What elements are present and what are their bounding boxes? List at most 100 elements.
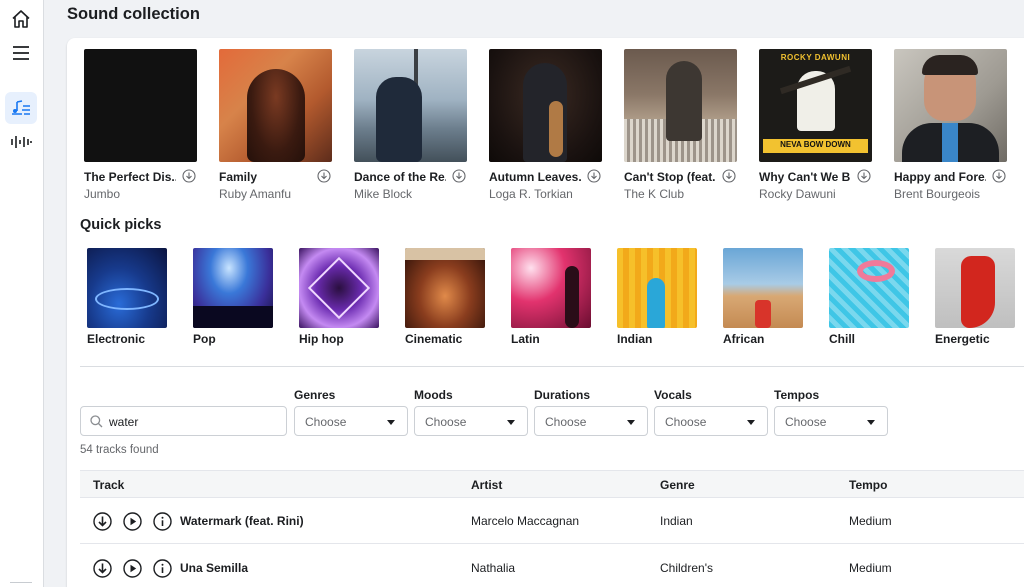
pick-label: Latin [511, 332, 540, 346]
select-value: Choose [305, 415, 347, 429]
download-icon[interactable] [722, 169, 736, 183]
album-card[interactable]: The Perfect Dis... Jumbo [84, 49, 197, 201]
album-artist: Loga R. Torkian [489, 187, 573, 201]
track-artist: Marcelo Maccagnan [471, 514, 580, 528]
table-row[interactable]: Watermark (feat. Rini) Marcelo Maccagnan… [80, 498, 1024, 544]
select-value: Choose [545, 415, 587, 429]
album-cover: ROCKY DAWUNI NEVA BOW DOWN [759, 49, 872, 162]
pick-label: Electronic [87, 332, 146, 346]
album-card[interactable]: Dance of the Re... Mike Block [354, 49, 467, 201]
quick-pick-latin[interactable]: Latin [511, 248, 591, 346]
caret-down-icon [747, 420, 755, 425]
menu-button[interactable] [5, 37, 37, 69]
quick-pick-cinematic[interactable]: Cinematic [405, 248, 485, 346]
pick-label: Cinematic [405, 332, 463, 346]
album-cover [624, 49, 737, 162]
album-artist: Rocky Dawuni [759, 187, 836, 201]
home-button[interactable] [5, 3, 37, 35]
pick-label: African [723, 332, 765, 346]
quick-pick-electronic[interactable]: Electronic [87, 248, 167, 346]
search-input[interactable] [109, 412, 279, 431]
filter-label: Moods [414, 388, 453, 402]
download-icon[interactable] [317, 169, 331, 183]
table-row[interactable]: Una Semilla Nathalia Children's Medium [80, 545, 1024, 587]
filter-label: Vocals [654, 388, 692, 402]
moods-select[interactable]: Choose [414, 406, 528, 436]
column-track[interactable]: Track [93, 478, 124, 492]
quick-pick-african[interactable]: African [723, 248, 803, 346]
album-card[interactable]: Happy and Fore... Brent Bourgeois [894, 49, 1007, 201]
audio-levels-button[interactable] [5, 126, 37, 158]
album-card[interactable]: Family Ruby Amanfu [219, 49, 332, 201]
download-icon[interactable] [93, 512, 112, 531]
info-icon[interactable] [153, 512, 172, 531]
pick-image [405, 248, 485, 328]
select-value: Choose [785, 415, 827, 429]
quick-pick-indian[interactable]: Indian [617, 248, 697, 346]
download-icon[interactable] [182, 169, 196, 183]
quick-pick-chill[interactable]: Chill [829, 248, 909, 346]
rail-divider [10, 582, 32, 583]
album-artist: Mike Block [354, 187, 413, 201]
select-value: Choose [665, 415, 707, 429]
caret-down-icon [507, 420, 515, 425]
sound-collection-button[interactable] [5, 92, 37, 124]
cover-art-text: NEVA BOW DOWN [780, 140, 851, 149]
album-title: Can't Stop (feat... [624, 170, 716, 184]
search-icon [90, 415, 103, 428]
album-cover [354, 49, 467, 162]
album-title: The Perfect Dis... [84, 170, 176, 184]
column-artist[interactable]: Artist [471, 478, 502, 492]
album-artist: Jumbo [84, 187, 121, 201]
download-icon[interactable] [93, 559, 112, 578]
track-title: Watermark (feat. Rini) [180, 514, 304, 528]
pick-label: Pop [193, 332, 216, 346]
tempos-select[interactable]: Choose [774, 406, 888, 436]
durations-select[interactable]: Choose [534, 406, 648, 436]
pick-image [723, 248, 803, 328]
track-genre: Children's [660, 561, 713, 575]
content-panel: The Perfect Dis... Jumbo Family Ruby Ama… [67, 38, 1024, 587]
track-search[interactable] [80, 406, 287, 436]
album-title: Family [219, 170, 258, 184]
vocals-select[interactable]: Choose [654, 406, 768, 436]
side-rail [0, 0, 44, 587]
column-genre[interactable]: Genre [660, 478, 695, 492]
quick-pick-hip-hop[interactable]: Hip hop [299, 248, 379, 346]
music-list-icon [12, 100, 30, 115]
menu-icon [13, 46, 29, 60]
filter-label: Durations [534, 388, 591, 402]
download-icon[interactable] [992, 169, 1006, 183]
album-card[interactable]: Autumn Leaves... Loga R. Torkian [489, 49, 602, 201]
info-icon[interactable] [153, 559, 172, 578]
pick-image [299, 248, 379, 328]
album-title: Happy and Fore... [894, 170, 986, 184]
download-icon[interactable] [857, 169, 871, 183]
pick-label: Chill [829, 332, 855, 346]
quick-picks-heading: Quick picks [80, 217, 162, 233]
caret-down-icon [627, 420, 635, 425]
tracks-found-count: 54 tracks found [80, 444, 159, 456]
filter-label: Genres [294, 388, 336, 402]
album-card[interactable]: Can't Stop (feat... The K Club [624, 49, 737, 201]
play-icon[interactable] [123, 512, 142, 531]
pick-image [87, 248, 167, 328]
download-icon[interactable] [587, 169, 601, 183]
cover-art-text: ROCKY DAWUNI [780, 53, 851, 62]
column-tempo[interactable]: Tempo [849, 478, 887, 492]
album-cover [489, 49, 602, 162]
track-genre: Indian [660, 514, 693, 528]
pick-label: Indian [617, 332, 653, 346]
download-icon[interactable] [452, 169, 466, 183]
caret-down-icon [867, 420, 875, 425]
pick-label: Energetic [935, 332, 990, 346]
play-icon[interactable] [123, 559, 142, 578]
quick-pick-pop[interactable]: Pop [193, 248, 273, 346]
album-title: Autumn Leaves... [489, 170, 581, 184]
filter-label: Tempos [774, 388, 820, 402]
pick-image [511, 248, 591, 328]
quick-pick-energetic[interactable]: Energetic [935, 248, 1015, 346]
album-card[interactable]: ROCKY DAWUNI NEVA BOW DOWN Why Can't We … [759, 49, 872, 201]
album-artist: Brent Bourgeois [894, 187, 981, 201]
genres-select[interactable]: Choose [294, 406, 408, 436]
